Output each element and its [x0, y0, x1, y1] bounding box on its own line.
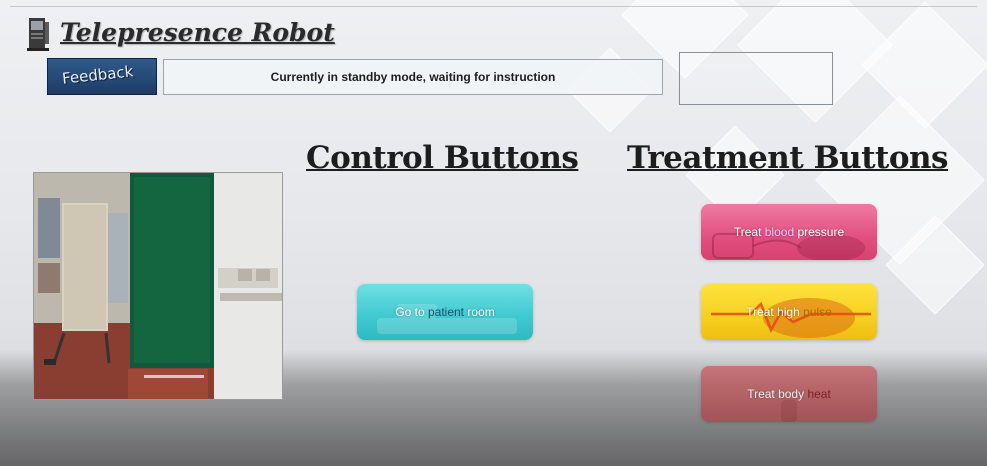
- treat-high-pulse-button[interactable]: Treat high pulse: [701, 284, 877, 340]
- control-buttons-heading: Control Buttons: [306, 140, 579, 176]
- go-to-patient-room-label: Go to patient room: [395, 305, 495, 319]
- app-title: Telepresence Robot: [60, 18, 335, 47]
- feedback-button[interactable]: Feedback: [47, 58, 157, 95]
- treat-blood-pressure-button[interactable]: Treat blood pressure: [701, 204, 877, 260]
- treat-body-heat-label: Treat body heat: [747, 387, 831, 401]
- treat-body-heat-button[interactable]: Treat body heat: [701, 366, 877, 422]
- window-top-divider: [10, 6, 977, 7]
- robot-computer-icon: [26, 16, 52, 52]
- treatment-buttons-heading: Treatment Buttons: [627, 140, 949, 176]
- go-to-patient-room-button[interactable]: Go to patient room: [357, 284, 533, 340]
- empty-info-panel: [679, 52, 833, 105]
- camera-video-icon: [34, 173, 282, 399]
- status-text: Currently in standby mode, waiting for i…: [270, 70, 556, 84]
- camera-video-feed: [33, 172, 283, 400]
- treat-high-pulse-label: Treat high pulse: [746, 305, 832, 319]
- treat-blood-pressure-label: Treat blood pressure: [733, 225, 845, 239]
- status-message-box: Currently in standby mode, waiting for i…: [163, 59, 663, 95]
